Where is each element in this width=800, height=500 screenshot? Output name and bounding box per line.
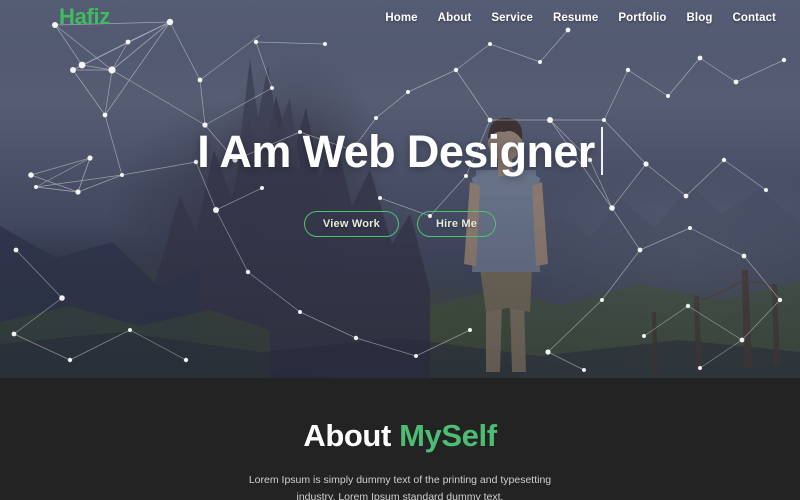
hero-content: I Am Web Designer View Work Hire Me [0, 0, 800, 378]
main-navbar: Hafiz Home About Service Resume Portfoli… [0, 0, 800, 40]
hero-title: I Am Web Designer [197, 125, 595, 177]
typing-cursor [600, 127, 603, 175]
site-logo[interactable]: Hafiz [59, 6, 110, 28]
nav-item-blog[interactable]: Blog [687, 12, 713, 24]
nav-item-about[interactable]: About [438, 12, 472, 24]
nav-item-service[interactable]: Service [491, 12, 533, 24]
hero-title-wrap: I Am Web Designer [197, 125, 603, 177]
nav-item-portfolio[interactable]: Portfolio [618, 12, 666, 24]
about-paragraph: Lorem Ipsum is simply dummy text of the … [248, 474, 552, 500]
nav-item-home[interactable]: Home [385, 12, 417, 24]
about-title-accent: MySelf [399, 418, 497, 453]
nav-item-resume[interactable]: Resume [553, 12, 598, 24]
about-title-plain: About [303, 418, 400, 453]
about-section: About MySelf Lorem Ipsum is simply dummy… [0, 378, 800, 500]
about-title: About MySelf [303, 418, 497, 453]
landing-page: Hafiz Home About Service Resume Portfoli… [0, 0, 800, 500]
nav-item-contact[interactable]: Contact [732, 12, 776, 24]
hero-section: Hafiz Home About Service Resume Portfoli… [0, 0, 800, 378]
hero-buttons: View Work Hire Me [303, 211, 497, 237]
nav-menu: Home About Service Resume Portfolio Blog… [385, 12, 776, 24]
view-work-button[interactable]: View Work [303, 211, 399, 237]
hire-me-button[interactable]: Hire Me [416, 211, 497, 237]
